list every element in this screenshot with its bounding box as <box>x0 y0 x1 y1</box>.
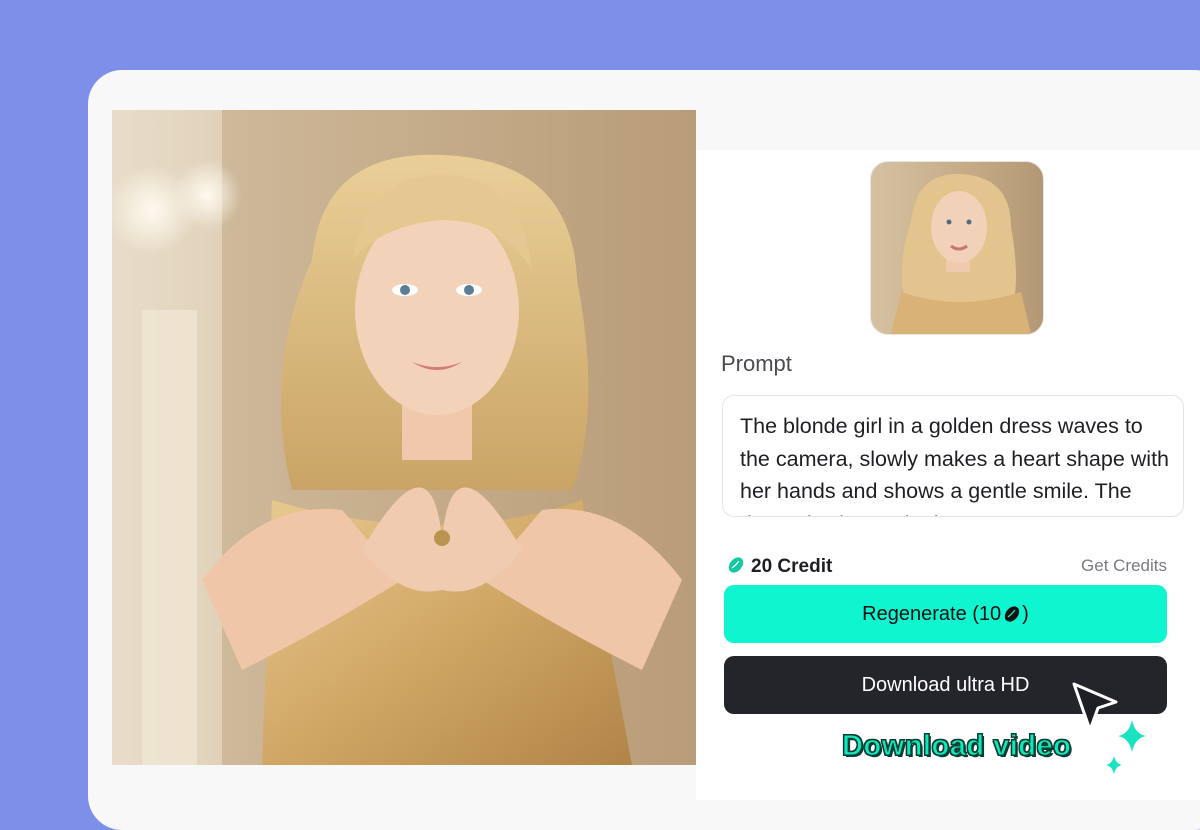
reference-thumbnail[interactable] <box>870 161 1044 335</box>
regenerate-label-suffix: ) <box>1022 602 1029 625</box>
download-video-caption: Download video <box>841 730 1072 763</box>
sparkle-icon <box>1100 716 1160 791</box>
regenerate-label: Regenerate (10 <box>862 602 1002 625</box>
credit-balance-text: 20 Credit <box>751 556 833 577</box>
regenerate-button[interactable]: Regenerate (10 ) <box>724 585 1167 643</box>
prompt-text[interactable]: The blonde girl in a golden dress waves … <box>740 410 1170 516</box>
download-label: Download ultra HD <box>861 673 1030 696</box>
prompt-textarea[interactable]: The blonde girl in a golden dress waves … <box>722 395 1184 517</box>
bean-icon <box>1003 605 1021 623</box>
prompt-label: Prompt <box>721 351 792 376</box>
credit-balance: 20 Credit <box>727 554 832 580</box>
generated-image-preview <box>112 110 696 765</box>
bean-icon <box>727 556 745 579</box>
get-credits-link[interactable]: Get Credits <box>1081 556 1167 576</box>
